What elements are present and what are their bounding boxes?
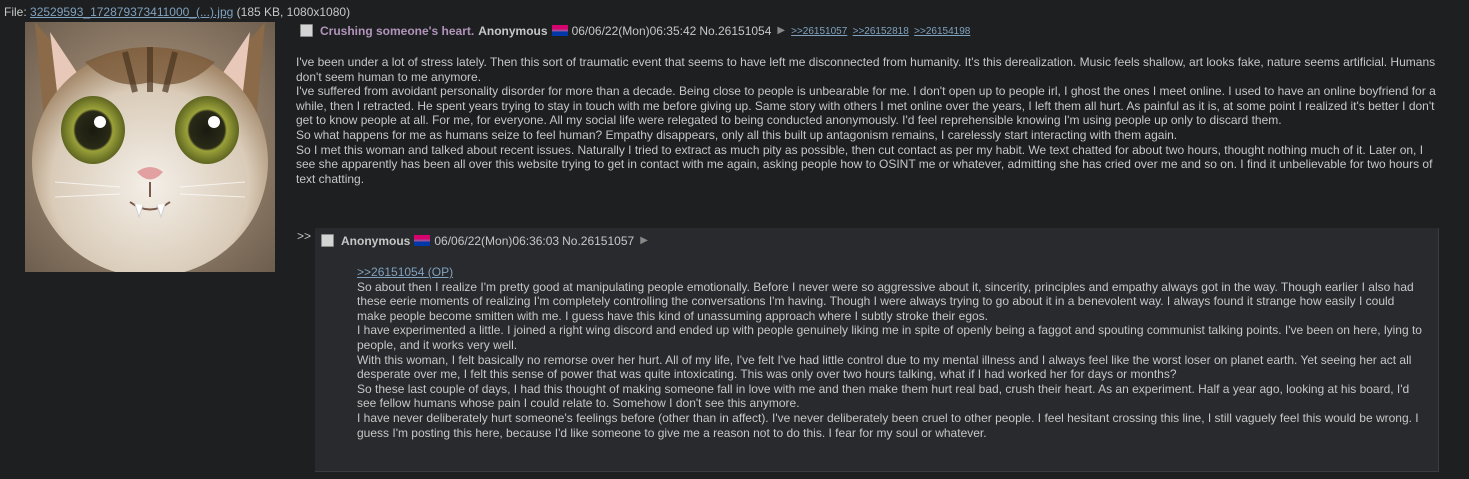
file-prefix: File: <box>4 5 31 19</box>
backlink[interactable]: >>26154198 <box>914 26 970 37</box>
file-link[interactable]: 32529593_172879373411000_(...).jpg <box>30 5 233 19</box>
file-info: File: 32529593_172879373411000_(...).jpg… <box>4 6 350 18</box>
reply-select-checkbox[interactable] <box>321 234 334 247</box>
bisexual-flag-icon <box>551 25 568 36</box>
backlink[interactable]: >>26152818 <box>853 26 909 37</box>
post-paragraph: So I met this woman and talked about rec… <box>296 142 1433 186</box>
post-paragraph: So about then I realize I'm pretty good … <box>357 279 1414 323</box>
reply-post-body: >>26151054 (OP) So about then I realize … <box>357 265 1422 440</box>
op-backlinks: >>26151057 >>26152818 >>26154198 <box>791 24 972 37</box>
post-paragraph: I have experimented a little. I joined a… <box>357 323 1422 352</box>
op-thumbnail-image[interactable] <box>25 22 275 272</box>
triangle-right-icon[interactable]: ▶ <box>777 25 785 36</box>
reply-post-number[interactable]: No.26151057 <box>562 235 634 247</box>
op-select-checkbox[interactable] <box>300 24 313 37</box>
post-paragraph: With this woman, I felt basically no rem… <box>357 352 1412 382</box>
op-post-header: Crushing someone's heart. Anonymous 06/0… <box>300 24 972 37</box>
post-paragraph: So what happens for me as humans seize t… <box>296 127 1178 142</box>
op-datetime: 06/06/22(Mon)06:35:42 <box>571 23 697 38</box>
reply-arrows: >> <box>297 229 312 243</box>
cat-photo-icon <box>25 22 275 272</box>
op-poster-name: Anonymous <box>478 23 548 38</box>
triangle-right-icon[interactable]: ▶ <box>640 235 648 246</box>
file-meta: (185 KB, 1080x1080) <box>233 5 351 19</box>
op-post-body: I've been under a lot of stress lately. … <box>296 55 1436 186</box>
reply-post: Anonymous 06/06/22(Mon)06:36:03 No.26151… <box>315 228 1439 472</box>
reply-poster-name: Anonymous <box>341 233 411 248</box>
op-post-number[interactable]: No.26151054 <box>699 25 771 37</box>
post-paragraph: I have never deliberately hurt someone's… <box>357 410 1419 440</box>
reply-post-header: Anonymous 06/06/22(Mon)06:36:03 No.26151… <box>321 234 654 247</box>
post-paragraph: I've been under a lot of stress lately. … <box>296 55 1436 84</box>
post-paragraph: I've suffered from avoidant personality … <box>296 84 1436 128</box>
reply-datetime: 06/06/22(Mon)06:36:03 <box>434 233 560 248</box>
bisexual-flag-icon <box>414 235 431 246</box>
post-paragraph: So these last couple of days, I had this… <box>357 381 1410 411</box>
quote-link[interactable]: >>26151054 (OP) <box>357 265 453 279</box>
backlink[interactable]: >>26151057 <box>791 26 847 37</box>
op-subject: Crushing someone's heart. <box>320 23 475 38</box>
